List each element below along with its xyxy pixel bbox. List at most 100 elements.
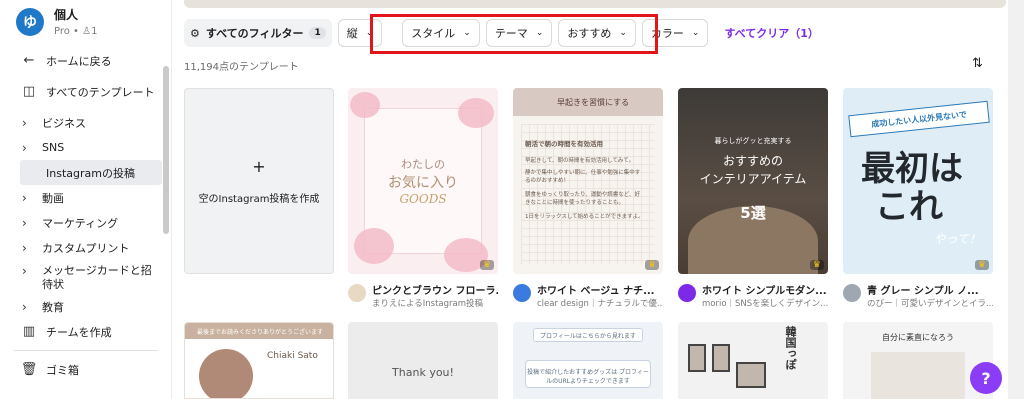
card-photo [871,352,965,399]
sidebar-item-sns[interactable]: › SNS [0,135,172,160]
sidebar-item-video[interactable]: › 動画 [0,185,172,210]
template-meta-3[interactable]: ホワイト シンプルモダン... morio｜SNSを楽しくデザイン... [678,280,828,310]
profile-switcher[interactable]: ゆ 個人 Pro • ♙1 [16,6,97,37]
plus-icon: + [252,157,266,176]
instagram-label: Instagramの投稿 [46,166,135,180]
message-card-label: メッセージカードと招待状 [42,264,152,291]
template-meta-4[interactable]: 青 グレー シンプル ノ... のびー｜可愛いデザインとイラ... [843,280,993,310]
card-text: 朝食をゆっくり取ったり、運動や読書など、好きなことに時間を使ったりすることも。 [525,192,641,206]
profile-name: 個人 [54,8,79,22]
chevron-down-icon: › [22,140,27,155]
sidebar-item-message-card[interactable]: › メッセージカードと招待状 [0,260,172,294]
card-text: 暮らしがグッと充実する [714,137,792,145]
result-count: 11,194点のテンプレート [184,62,299,73]
card-band: 最後までお読みくださりありがとうございます [185,323,333,339]
card-ribbon: 成功したい人以外見ないで [848,100,990,138]
video-label: 動画 [42,191,64,205]
create-team-label: チームを作成 [46,325,112,339]
chevron-right-icon: › [22,299,27,314]
sort-icon[interactable]: ⇅ [972,56,983,71]
template-creator: のびー｜可愛いデザインとイラ... [867,299,993,309]
crown-icon: ♛ [809,260,824,270]
arrow-left-icon: ← [23,53,35,68]
card-text: 早起きして、朝の時間を有効活用してみて。 [525,158,635,164]
card-text-line: 最初は [861,149,963,189]
frame-image [736,362,766,388]
all-templates-label: すべてのテンプレート [46,85,155,99]
template-title: ホワイト シンプルモダン... [702,286,827,297]
card-text: わたしの [401,158,445,171]
create-blank-card[interactable]: + 空のInstagram投稿を作成 [184,88,334,274]
card-text: GOODS [399,192,447,206]
sidebar-scrollbar[interactable] [163,66,169,234]
app-root: ゆ 個人 Pro • ♙1 ← ホームに戻る ◫ すべてのテンプレート › ビジ… [0,0,1024,399]
all-filters-button[interactable]: ⚙ すべてのフィルター 1 [184,19,332,47]
card-text: 静かで集中しやすい朝に、仕事や勉強に集中するのがおすすめ！ [525,170,641,184]
card-text-line: これ [875,187,943,227]
marketing-label: マーケティング [42,216,119,230]
chevron-down-icon: ⌄ [691,28,700,38]
layout-icon: ◫ [22,84,36,99]
chevron-right-icon: › [22,215,27,230]
template-creator: まりえによるInstagram投稿 [372,299,483,309]
custom-print-label: カスタムプリント [42,241,130,255]
template-card-4[interactable]: 成功したい人以外見ないで 最初は これ やって！ ♛ [843,88,993,274]
template-meta-1[interactable]: ピンクとブラウン フローラ... まりえによるInstagram投稿 [348,280,498,310]
card-text: 最初は これ [861,150,963,226]
template-card-9[interactable]: 自分に素直になろう [843,322,993,399]
template-card-7[interactable]: プロフィールはこちらから見れます 投稿で紹介したおすすめグッズは プロフィールの… [513,322,663,399]
orientation-label: 縦 [346,27,358,40]
education-label: 教育 [42,300,64,314]
frame-image [712,344,730,372]
chevron-right-icon: › [22,115,27,130]
help-button[interactable]: ? [970,362,1002,394]
sidebar-divider [14,350,158,351]
sidebar: ゆ 個人 Pro • ♙1 ← ホームに戻る ◫ すべてのテンプレート › ビジ… [0,0,172,399]
card-text: お気に入り [388,175,458,191]
chevron-right-icon: › [22,190,27,205]
create-team-link[interactable]: ▥ チームを作成 [0,319,172,344]
team-icon: ▥ [22,324,36,339]
card-text: 韓国っぽ [784,326,797,370]
card-text-box: 投稿で紹介したおすすめグッズは プロフィールのURLよりチェックできます [525,360,651,388]
sidebar-item-marketing[interactable]: › マーケティング [0,210,172,235]
trash-icon: 🗑 [20,362,38,377]
template-meta-2[interactable]: ホワイト ベージュ ナチ... clear design｜ナチュラルで優... [513,280,663,310]
card-text: 5選 [740,204,766,222]
business-label: ビジネス [42,116,86,130]
template-card-5[interactable]: 最後までお読みくださりありがとうございます Chiaki Sato [184,322,334,399]
card-text: 朝活で朝の時間を有効活用 [525,140,603,148]
sidebar-item-instagram[interactable]: Instagramの投稿 [20,160,162,185]
creator-avatar [843,284,861,302]
page-scrollbar[interactable] [1008,0,1024,399]
card-text: 1日をリラックスして始めることができますよ。 [525,214,644,220]
sidebar-item-custom-print[interactable]: › カスタムプリント [0,235,172,260]
crown-icon: ♛ [479,260,494,270]
all-filters-label: すべてのフィルター [205,27,304,40]
frame-image [688,344,706,372]
sidebar-item-all-templates[interactable]: ◫ すべてのテンプレート [0,79,172,104]
template-card-3[interactable]: 暮らしがグッと充実する おすすめの インテリアアイテム 5選 ♛ [678,88,828,274]
card-text: Chiaki Sato [267,351,318,361]
sliders-icon: ⚙ [190,26,200,40]
avatar: ゆ [16,8,44,36]
template-card-1[interactable]: わたしの お気に入り GOODS ♛ [348,88,498,274]
create-blank-label: 空のInstagram投稿を作成 [198,194,320,205]
template-card-2[interactable]: 早起きを習慣にする 朝活で朝の時間を有効活用 早起きして、朝の時間を有効活用して… [513,88,663,274]
card-pill: プロフィールはこちらから見れます [533,328,643,342]
template-card-8[interactable]: 韓国っぽ [678,322,828,399]
template-title: ホワイト ベージュ ナチ... [537,286,655,297]
creator-avatar [348,284,366,302]
flower-decoration [354,228,394,264]
back-home-label: ホームに戻る [46,54,112,68]
card-text: やって！ [933,232,981,246]
trash-link[interactable]: 🗑 ゴミ箱 [0,357,172,382]
sidebar-item-education[interactable]: › 教育 [0,294,172,319]
back-home-link[interactable]: ← ホームに戻る [0,48,172,73]
chevron-right-icon: › [22,240,27,255]
red-highlight-box [370,14,658,54]
template-card-6[interactable]: Thank you! [348,322,498,399]
clear-all-link[interactable]: すべてクリア（1） [724,25,818,41]
card-text: 自分に素直になろう [882,333,954,342]
sidebar-item-business[interactable]: › ビジネス [0,110,172,135]
